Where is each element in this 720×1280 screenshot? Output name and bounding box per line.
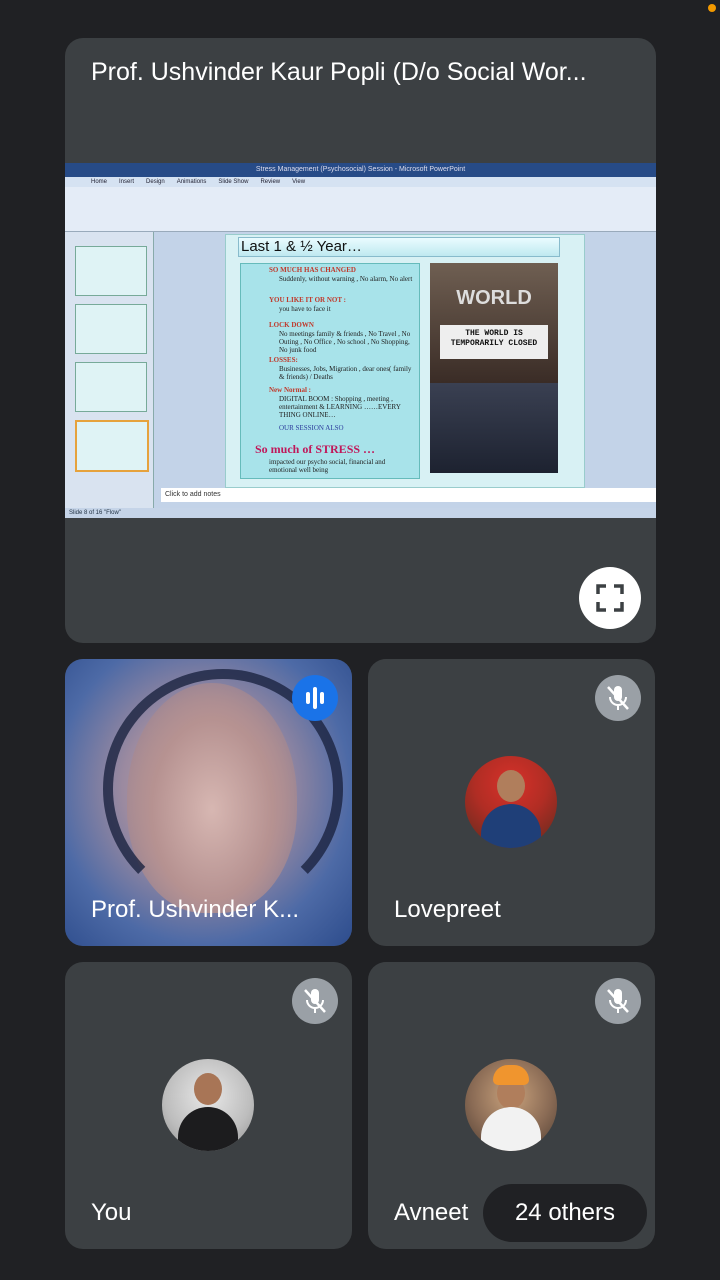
avatar-head [497,770,525,802]
presentation-tile[interactable]: Prof. Ushvinder Kaur Popli (D/o Social W… [65,38,656,643]
bullet-heading: SO MUCH HAS CHANGED [269,266,356,274]
fullscreen-button[interactable] [579,567,641,629]
stress-heading: So much of STRESS … [255,442,376,456]
participant-tile-lovepreet[interactable]: Lovepreet [368,659,655,946]
notification-dot [708,4,716,12]
avatar-turban [493,1065,529,1085]
bullet-heading: LOCK DOWN [269,321,314,329]
notes-pane: Click to add notes [161,488,656,502]
others-button[interactable]: 24 others [483,1184,647,1242]
ppt-tab: View [292,179,306,185]
participant-name: Avneet [394,1199,469,1226]
slide-image-world-closed: WORLD THE WORLD IS TEMPORARILY CLOSED [430,263,558,383]
sign-text: THE WORLD IS TEMPORARILY CLOSED [440,325,548,359]
mic-off-icon [607,989,629,1013]
ppt-tab: Review [260,179,281,185]
shared-screen: Stress Management (Psychosocial) Session… [65,163,656,518]
bullet-detail: Businesses, Jobs, Migration , dear ones(… [279,365,412,381]
avatar-body [481,804,541,848]
bullet-detail: Suddenly, without warning , No alarm, No… [279,275,413,283]
bullet-heading: LOSSES: [269,356,298,364]
mic-status [292,978,338,1024]
participant-tile-you[interactable]: You [65,962,352,1249]
avatar-head [194,1073,222,1105]
slide-text-box: SO MUCH HAS CHANGED Suddenly, without wa… [240,263,420,479]
ppt-status-bar: Slide 8 of 16 "Flow" [65,508,656,518]
bullet-detail: you have to face it [279,305,331,313]
ppt-tab: Animations [176,179,207,185]
mic-status [595,675,641,721]
slide-title: Last 1 & ½ Year… [238,237,560,257]
avatar [465,756,557,848]
bullet-detail: DIGITAL BOOM : Shopping , meeting , ente… [279,395,401,419]
mic-status [595,978,641,1024]
slide-thumbnail [75,246,147,296]
slide-thumbnails [65,232,154,508]
avatar [162,1059,254,1151]
bullet-detail: No meetings family & friends , No Travel… [279,330,411,354]
participant-tile-ushvinder[interactable]: Prof. Ushvinder K... [65,659,352,946]
avatar-body [481,1107,541,1151]
participant-name: Lovepreet [394,896,501,923]
speaking-indicator [292,675,338,721]
participant-name: You [91,1199,132,1226]
mic-off-icon [304,989,326,1013]
slide-thumbnail [75,304,147,354]
bullet-heading: New Normal : [269,386,311,394]
mic-off-icon [607,686,629,710]
stress-detail: impacted our psycho social, financial an… [269,458,386,474]
ppt-tab: Slide Show [218,179,249,185]
avatar [465,1059,557,1151]
presenter-name: Prof. Ushvinder Kaur Popli (D/o Social W… [91,58,587,86]
slide-image-crowd [430,383,558,473]
ppt-tab: Insert [119,179,135,185]
audio-level-icon [306,687,324,709]
ppt-ribbon [65,187,656,232]
bullet-heading: YOU LIKE IT OR NOT : [269,296,346,304]
ppt-window-title: Stress Management (Psychosocial) Session… [65,163,656,177]
ppt-workspace: Last 1 & ½ Year… SO MUCH HAS CHANGED Sud… [65,232,656,508]
fullscreen-icon [596,584,624,612]
ppt-tab: Design [146,179,165,185]
slide-thumbnail [75,362,147,412]
ppt-tab: Home [91,179,108,185]
current-slide: Last 1 & ½ Year… SO MUCH HAS CHANGED Sud… [225,234,585,488]
avatar-body [178,1107,238,1151]
session-text: OUR SESSION ALSO [279,424,344,432]
ppt-ribbon-tabs: Home Insert Design Animations Slide Show… [65,177,656,187]
sign-top-text: WORLD [456,287,532,309]
participant-name: Prof. Ushvinder K... [91,896,300,923]
slide-thumbnail-active [75,420,149,472]
